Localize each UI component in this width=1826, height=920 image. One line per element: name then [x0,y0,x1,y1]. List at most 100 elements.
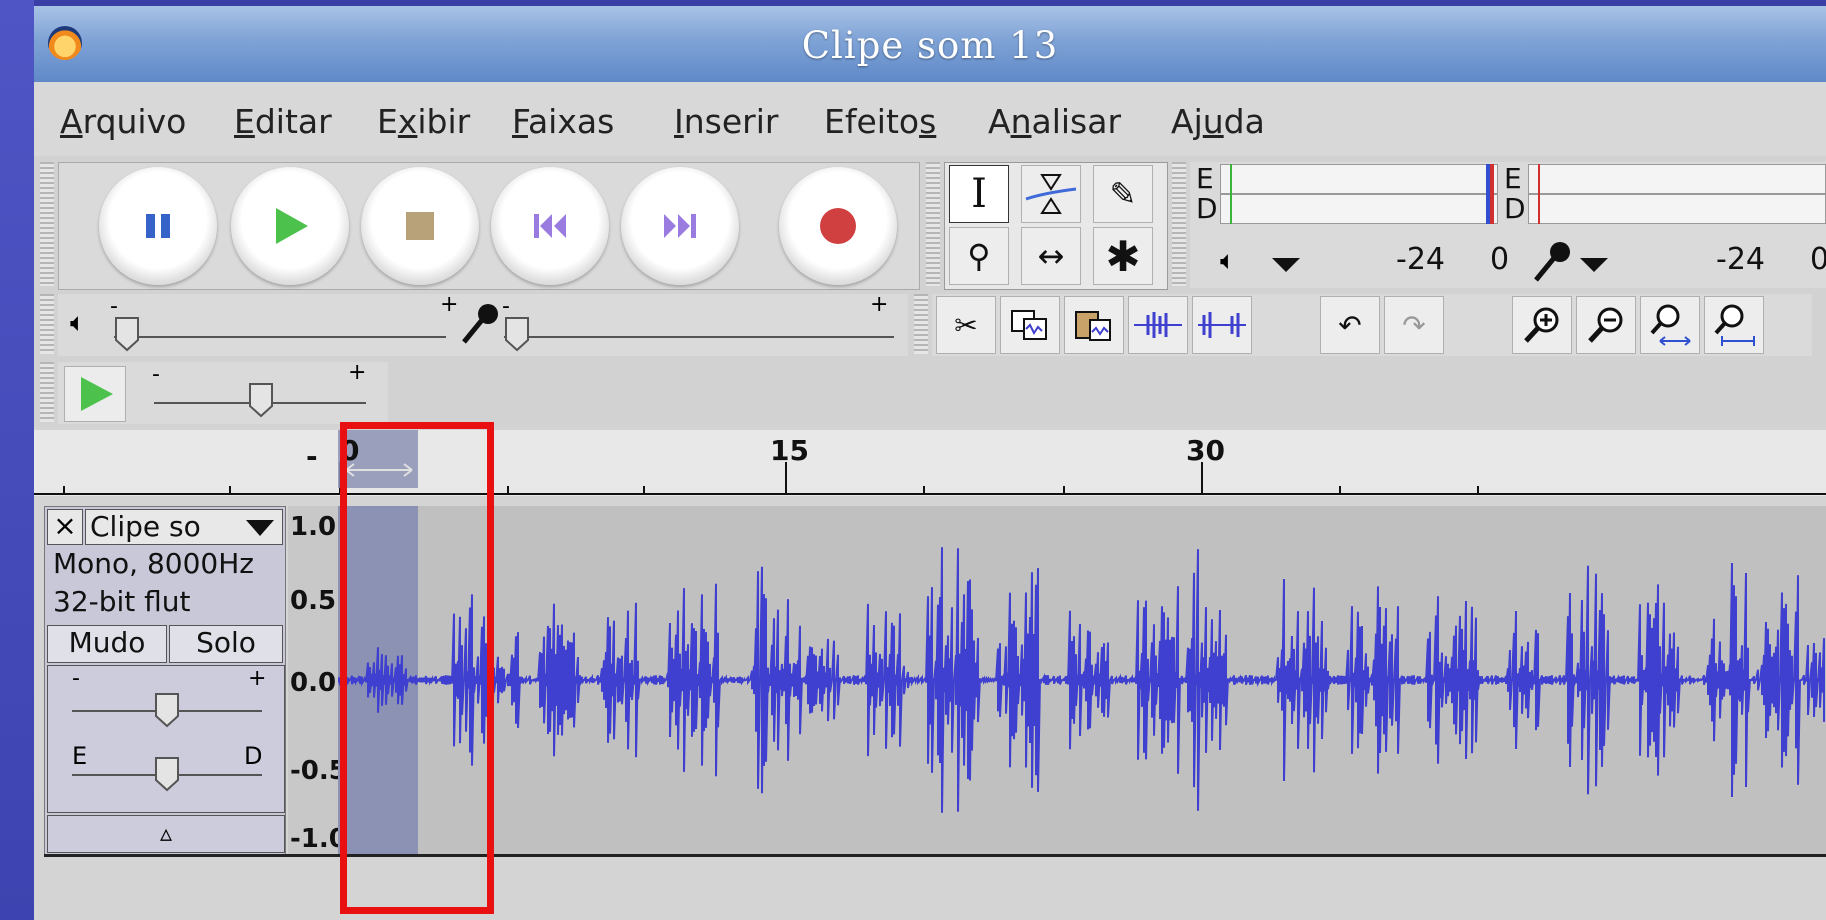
play-meter-dropdown-icon[interactable] [1268,254,1304,274]
fit-selection-button[interactable] [1640,296,1700,354]
track-name: Clipe so [90,510,201,543]
menu-efeitos[interactable]: Efeitos [824,102,936,141]
rec-meter-left-label: E [1504,162,1522,195]
fit-selection-icon [1650,304,1691,346]
menu-faixas[interactable]: Faixas [512,102,614,141]
stop-button[interactable] [361,167,479,285]
track-menu-button[interactable]: Clipe so [85,509,283,545]
speed-plus: + [348,360,367,385]
input-volume-plus: + [870,292,889,317]
output-volume-plus: + [440,292,459,317]
undo-button[interactable]: ↶ [1320,296,1380,354]
scale-1-0: 1.0 [290,512,337,542]
zoom-in-icon [1524,307,1559,343]
zoom-in-button[interactable] [1512,296,1572,354]
mixer-grip[interactable] [40,294,54,354]
solo-button[interactable]: Solo [169,625,283,663]
rec-meter-dropdown-icon[interactable] [1576,254,1612,274]
meter-toolbar: E D E D 🔈︎ -24 0 -24 0 [1190,162,1826,288]
pan-thumb[interactable] [154,756,180,792]
input-volume-track[interactable] [504,336,894,338]
play-meter-left-bar[interactable] [1220,164,1498,194]
solo-label: Solo [196,626,256,659]
rec-scale-minus24: -24 [1716,242,1765,277]
audacity-window: Clipe som 13 Arquivo Editar Exibir Faixa… [34,6,1826,920]
ibeam-icon: I [971,171,987,217]
ruler-label-15: 15 [770,434,809,467]
menu-editar[interactable]: Editar [234,102,332,141]
title-bar[interactable]: Clipe som 13 [34,6,1826,82]
paste-icon [1075,311,1111,341]
transport-grip[interactable] [40,162,54,286]
meter-grip[interactable] [1172,162,1186,286]
output-volume-track[interactable] [114,336,446,338]
zoom-out-button[interactable] [1576,296,1636,354]
play-meter-peak-red [1490,164,1494,224]
track-format: Mono, 8000Hz [53,547,254,580]
play-scale-zero: 0 [1490,242,1510,277]
microphone-icon[interactable] [1530,240,1574,284]
input-volume-thumb[interactable] [504,316,530,352]
pause-button[interactable] [99,167,217,285]
rec-meter-left-bar[interactable] [1528,164,1826,194]
tools-grip[interactable] [926,162,940,286]
pan-left-label: E [72,742,88,770]
silence-button[interactable] [1192,296,1252,354]
vertical-scale[interactable]: 1.0 0.5 0.0 -0.5 -1.0 [288,506,347,854]
menu-analisar[interactable]: Analisar [988,102,1121,141]
play-at-speed-button[interactable] [64,366,126,422]
mute-button[interactable]: Mudo [47,625,167,663]
gain-thumb[interactable] [154,692,180,728]
skip-end-button[interactable] [621,167,739,285]
track-close-button[interactable]: × [47,509,83,545]
trim-icon [1134,312,1182,338]
speaker-icon[interactable]: 🔈︎ [1220,246,1236,277]
undo-icon: ↶ [1338,308,1362,342]
track-dropdown-icon [246,520,274,536]
timeline-ruler[interactable]: - 0 15 30 [34,430,1826,496]
menu-ajuda[interactable]: Ajuda [1171,102,1265,141]
menu-arquivo[interactable]: Arquivo [60,102,186,141]
redo-button[interactable]: ↷ [1384,296,1444,354]
paste-button[interactable] [1064,296,1124,354]
speed-thumb[interactable] [248,382,274,418]
skip-start-button[interactable] [491,167,609,285]
mixer-toolbar: 🔈︎ - + - + [58,292,908,356]
rec-meter-zero-marker [1538,164,1540,224]
menu-bar: Arquivo Editar Exibir Faixas Inserir Efe… [34,82,1826,162]
play-meter-right-bar[interactable] [1220,194,1498,224]
transport-toolbar [58,162,920,290]
play-meter-peak-blue [1486,164,1490,224]
record-icon [820,208,856,244]
skip-end-icon [664,214,696,238]
pause-icon [146,214,170,238]
cut-button[interactable]: ✂ [936,296,996,354]
draw-tool[interactable]: ✎ [1093,165,1153,223]
edit-toolbar: ✂ ↶ ↷ [932,294,1812,356]
pencil-icon: ✎ [1109,175,1137,213]
scissors-icon: ✂ [954,308,978,342]
trim-button[interactable] [1128,296,1188,354]
menu-inserir[interactable]: Inserir [674,102,778,141]
collapse-track-button[interactable]: ▵ [47,815,285,853]
multi-tool[interactable]: ✱ [1093,227,1153,285]
waveform-area[interactable] [338,506,1826,854]
rec-meter-right-bar[interactable] [1528,194,1826,224]
copy-icon [1011,310,1047,340]
envelope-icon [1025,174,1077,214]
zoom-tool[interactable]: ⚲ [949,227,1009,285]
speed-grip[interactable] [40,362,54,422]
play-button[interactable] [231,167,349,285]
envelope-tool[interactable] [1021,165,1081,223]
pan-right-label: D [244,742,263,770]
output-volume-thumb[interactable] [114,316,140,352]
fit-project-button[interactable] [1704,296,1764,354]
record-button[interactable] [779,167,897,285]
double-arrow-icon: ↔ [1037,237,1065,275]
copy-button[interactable] [1000,296,1060,354]
gain-plus: + [248,666,267,691]
menu-exibir[interactable]: Exibir [377,102,470,141]
edit-grip[interactable] [914,294,928,354]
timeshift-tool[interactable]: ↔ [1021,227,1081,285]
selection-tool[interactable]: I [949,165,1009,223]
